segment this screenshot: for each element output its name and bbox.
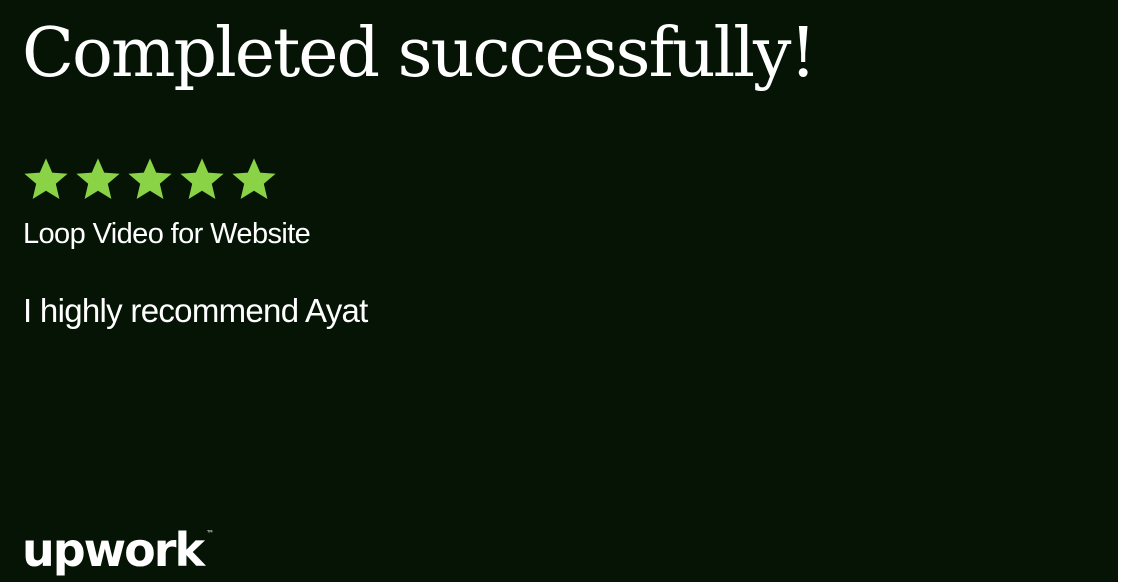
star-icon xyxy=(74,156,122,204)
star-rating xyxy=(22,156,278,204)
review-card: Completed successfully! Loop Video for W… xyxy=(0,0,1118,582)
trademark-symbol: ™ xyxy=(206,529,215,538)
upwork-logo: upwork ™ xyxy=(22,506,214,578)
upwork-logo-text: upwork xyxy=(22,523,205,577)
review-text: I highly recommend Ayat xyxy=(23,292,368,329)
star-icon xyxy=(230,156,278,204)
star-icon xyxy=(22,156,70,204)
project-title: Loop Video for Website xyxy=(23,218,311,250)
star-icon xyxy=(126,156,174,204)
completion-title: Completed successfully! xyxy=(22,14,817,93)
star-icon xyxy=(178,156,226,204)
